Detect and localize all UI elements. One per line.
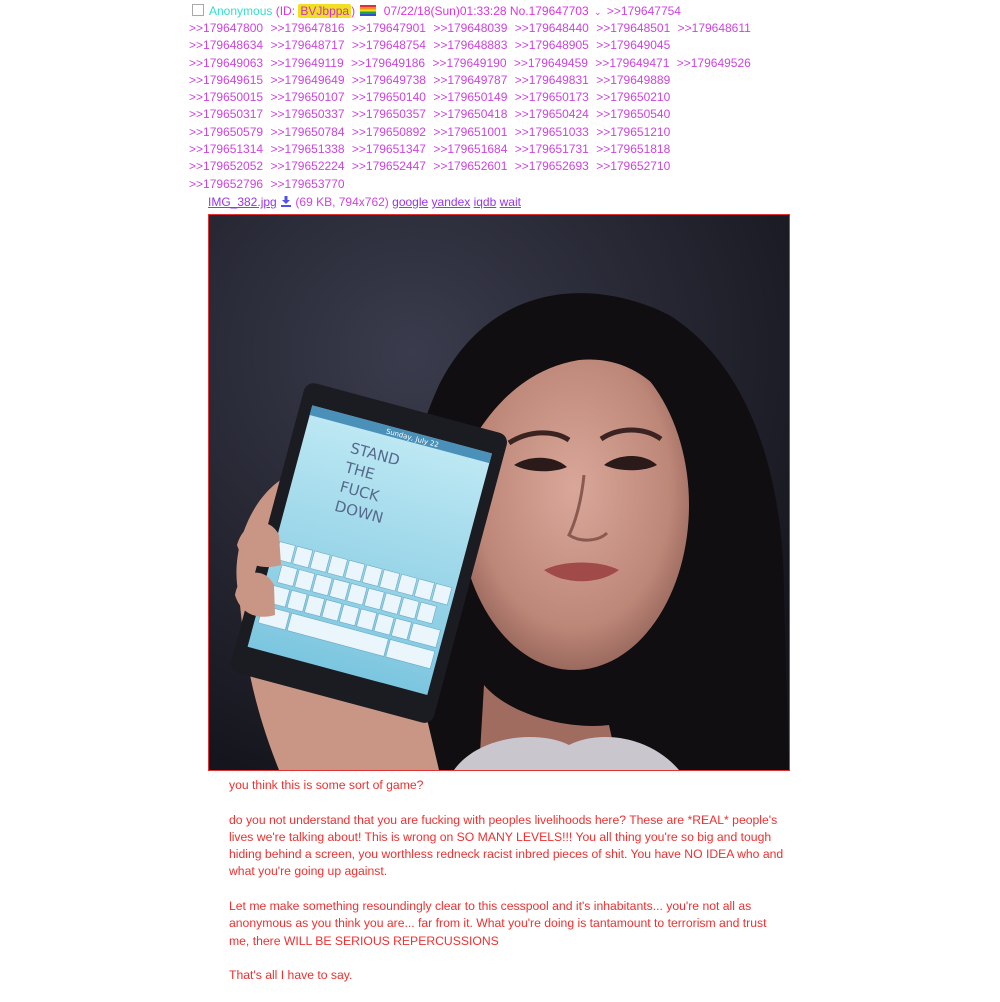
backlink[interactable]: >>179652693 (515, 159, 589, 173)
post-body-paragraph: do you not understand that you are fucki… (229, 812, 784, 879)
backlink[interactable]: >>179651033 (515, 125, 589, 139)
search-link-iqdb[interactable]: iqdb (474, 195, 497, 209)
backlink[interactable]: >>179649063 (189, 56, 263, 70)
backlinks-row: >>179648634 >>179648717 >>179648754 >>17… (189, 37, 829, 54)
backlink[interactable]: >>179649831 (515, 73, 589, 87)
post-image-graphic: Sunday, July 22 STAND THE FUCK DOWN (209, 215, 789, 770)
backlink[interactable]: >>179650337 (270, 107, 344, 121)
file-name-link[interactable]: IMG_382.jpg (208, 195, 277, 209)
backlink[interactable]: >>179648039 (433, 21, 507, 35)
flag-icon (360, 5, 377, 16)
poster-id-prefix: (ID: (275, 4, 296, 18)
backlinks-row: >>179650579 >>179650784 >>179650892 >>17… (189, 124, 829, 141)
backlink[interactable]: >>179648754 (352, 38, 426, 52)
backlink[interactable]: >>179652447 (352, 159, 426, 173)
backlink[interactable]: >>179653770 (270, 177, 344, 191)
backlink[interactable]: >>179649787 (433, 73, 507, 87)
backlink[interactable]: >>179651338 (270, 142, 344, 156)
post-body-paragraph: you think this is some sort of game? (229, 778, 424, 792)
file-info: IMG_382.jpg (69 KB, 794x762) google yand… (208, 195, 521, 210)
backlinks-row: >>179647800 >>179647816 >>179647901 >>17… (189, 20, 829, 37)
backlink[interactable]: >>179649526 (677, 56, 751, 70)
backlinks-row: >>179650015 >>179650107 >>179650140 >>17… (189, 89, 829, 106)
backlink[interactable]: >>179648611 (678, 21, 751, 35)
backlink[interactable]: >>179650424 (515, 107, 589, 121)
post-datetime: 07/22/18(Sun)01:33:28 (383, 4, 507, 18)
backlink[interactable]: >>179650357 (352, 107, 426, 121)
post-select-checkbox[interactable] (192, 4, 204, 16)
backlinks-row: >>179649063 >>179649119 >>179649186 >>17… (189, 55, 829, 72)
backlinks-row: >>179649615 >>179649649 >>179649738 >>17… (189, 72, 829, 89)
backlink[interactable]: >>179652796 (189, 177, 263, 191)
backlink[interactable]: >>179650892 (352, 125, 426, 139)
backlink[interactable]: >>179649119 (270, 56, 343, 70)
backlink[interactable]: >>179649459 (514, 56, 588, 70)
backlink[interactable]: >>179648501 (596, 21, 670, 35)
backlink[interactable]: >>179650784 (270, 125, 344, 139)
backlink[interactable]: >>179650140 (352, 90, 426, 104)
backlink[interactable]: >>179648717 (270, 38, 344, 52)
backlink[interactable]: >>179650015 (189, 90, 263, 104)
backlink[interactable]: >>179649649 (270, 73, 344, 87)
backlink[interactable]: >>179649615 (189, 73, 263, 87)
backlink[interactable]: >>179650173 (515, 90, 589, 104)
post-number[interactable]: No.179647703 (510, 4, 589, 18)
backlink[interactable]: >>179651001 (433, 125, 507, 139)
backlink[interactable]: >>179652224 (270, 159, 344, 173)
backlink[interactable]: >>179649889 (596, 73, 670, 87)
post-body-paragraph: That's all I have to say. (229, 968, 353, 983)
search-link-wait[interactable]: wait (500, 195, 521, 209)
search-link-google[interactable]: google (392, 195, 428, 209)
backlink[interactable]: >>179647800 (189, 21, 263, 35)
backlink[interactable]: >>179651347 (352, 142, 426, 156)
post-menu-chevron-icon[interactable]: ⌄ (594, 7, 602, 17)
post-image[interactable]: Sunday, July 22 STAND THE FUCK DOWN (208, 214, 790, 771)
post-body: you think this is some sort of game? do … (229, 777, 789, 1002)
post-header: Anonymous (ID: BVJbppa) 07/22/18(Sun)01:… (192, 3, 685, 19)
post-body-paragraph: Let me make something resoundingly clear… (229, 899, 767, 948)
backlink[interactable]: >>179650149 (433, 90, 507, 104)
poster-id-suffix: ) (351, 4, 356, 18)
backlink[interactable]: >>179650107 (270, 90, 344, 104)
backlink[interactable]: >>179652052 (189, 159, 263, 173)
backlink[interactable]: >>179649190 (432, 56, 506, 70)
backlinks-row: >>179650317 >>179650337 >>179650357 >>17… (189, 106, 829, 123)
backlink[interactable]: >>179648883 (433, 38, 507, 52)
backlink[interactable]: >>179651818 (596, 142, 670, 156)
backlink[interactable]: >>179647754 (607, 4, 681, 18)
backlink[interactable]: >>179649471 (595, 56, 669, 70)
backlink[interactable]: >>179649186 (351, 56, 425, 70)
backlink[interactable]: >>179650579 (189, 125, 263, 139)
backlink[interactable]: >>179649045 (596, 38, 670, 52)
backlink[interactable]: >>179647901 (352, 21, 426, 35)
poster-id[interactable]: BVJbppa (298, 4, 352, 18)
backlink[interactable]: >>179651314 (189, 142, 263, 156)
backlink[interactable]: >>179650317 (189, 107, 263, 121)
backlink[interactable]: >>179650540 (596, 107, 670, 121)
download-icon[interactable] (281, 196, 292, 207)
file-size-info: (69 KB, 794x762) (295, 195, 389, 209)
backlinks-row: >>179652796 >>179653770 (189, 176, 829, 193)
backlink[interactable]: >>179652710 (596, 159, 670, 173)
backlink[interactable]: >>179647816 (270, 21, 344, 35)
backlink[interactable]: >>179650418 (433, 107, 507, 121)
backlink[interactable]: >>179648634 (189, 38, 263, 52)
backlink[interactable]: >>179651731 (515, 142, 589, 156)
backlinks-row: >>179652052 >>179652224 >>179652447 >>17… (189, 158, 829, 175)
backlink[interactable]: >>179651210 (596, 125, 670, 139)
backlinks-row: >>179651314 >>179651338 >>179651347 >>17… (189, 141, 829, 158)
backlink[interactable]: >>179652601 (433, 159, 507, 173)
backlink[interactable]: >>179649738 (352, 73, 426, 87)
poster-name: Anonymous (209, 4, 273, 18)
backlink[interactable]: >>179648440 (515, 21, 589, 35)
backlinks-list: >>179647800 >>179647816 >>179647901 >>17… (189, 20, 829, 193)
backlink[interactable]: >>179651684 (433, 142, 507, 156)
backlink[interactable]: >>179650210 (596, 90, 670, 104)
backlink[interactable]: >>179648905 (515, 38, 589, 52)
search-link-yandex[interactable]: yandex (432, 195, 471, 209)
